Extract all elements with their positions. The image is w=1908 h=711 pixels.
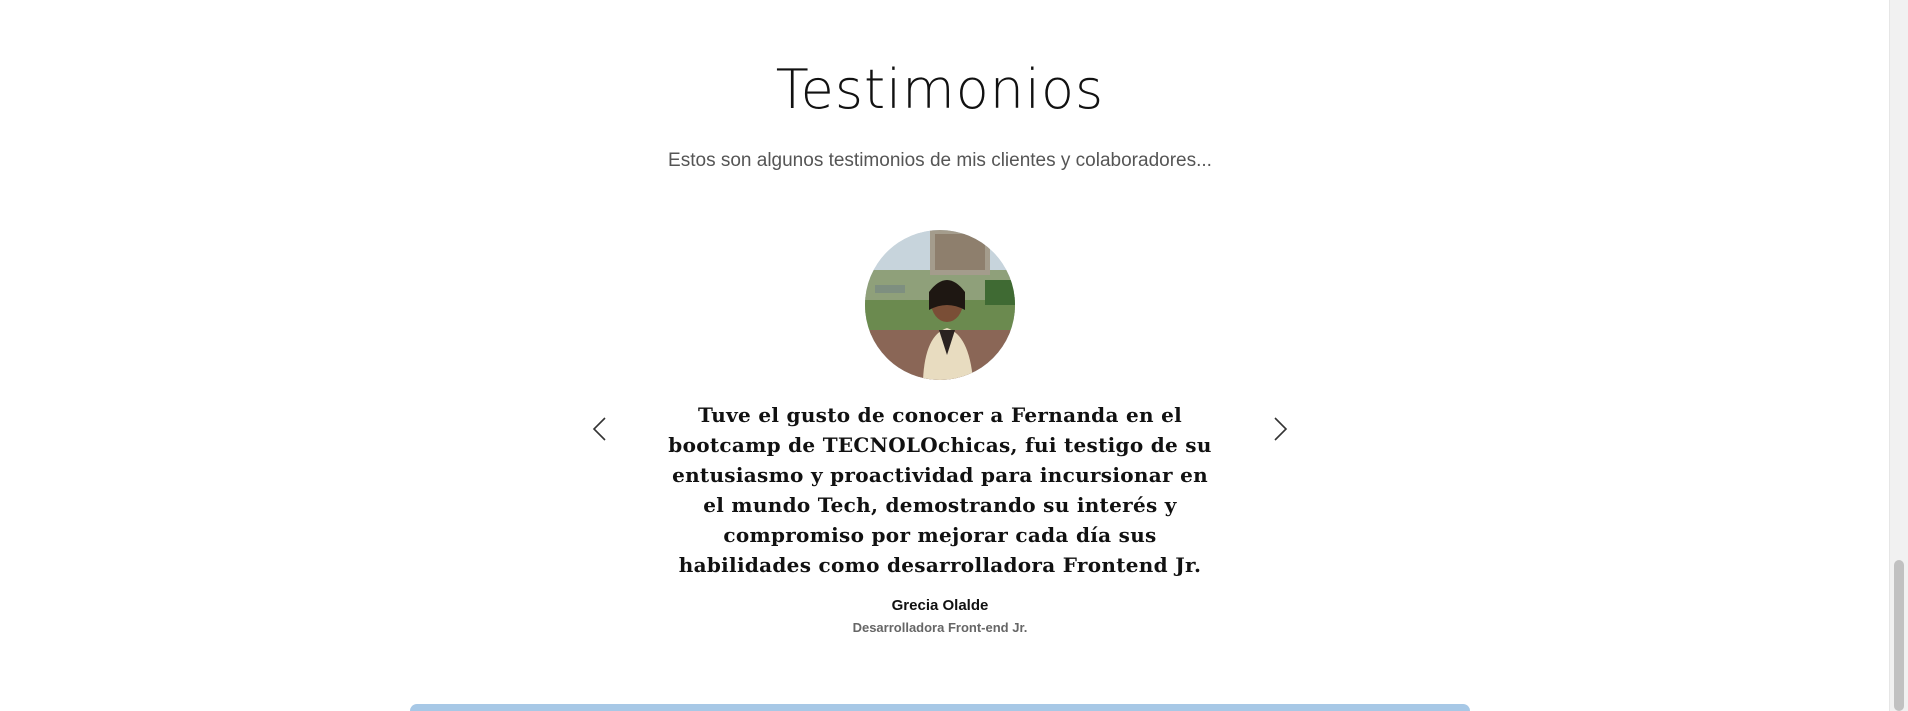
next-section-edge	[410, 704, 1470, 711]
testimonial-avatar	[865, 230, 1015, 380]
testimonial-author: Grecia Olalde	[891, 597, 989, 614]
chevron-left-icon[interactable]	[585, 414, 615, 444]
chevron-right-icon[interactable]	[1265, 414, 1295, 444]
testimonial-quote: Tuve el gusto de conocer a Fernanda en e…	[668, 403, 1212, 577]
page-scrollbar[interactable]	[1889, 0, 1908, 711]
section-subtitle: Estos son algunos testimonios de mis cli…	[668, 150, 1212, 171]
testimonial-role: Desarrolladora Front-end Jr.	[852, 620, 1028, 635]
scrollbar-thumb[interactable]	[1894, 560, 1904, 711]
testimonials-section: Testimonios Estos son algunos testimonio…	[0, 0, 1890, 711]
section-title: Testimonios	[775, 58, 1105, 121]
